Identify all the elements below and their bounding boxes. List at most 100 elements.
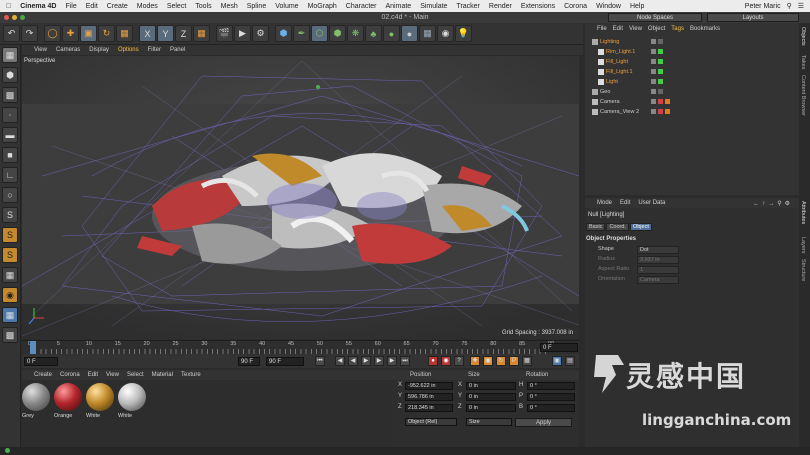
key-param-icon[interactable]: P [509,356,519,366]
grid-floor-icon[interactable]: ▦ [419,25,436,42]
object-menu-tags[interactable]: Tags [671,26,684,32]
object-menu-view[interactable]: View [629,26,642,32]
search-icon[interactable]: ⚲ [787,2,792,10]
material-menu-material[interactable]: Material [152,372,173,378]
menu-volume[interactable]: Volume [275,3,298,10]
texture-mode-icon[interactable]: ▩ [2,87,18,103]
menu-modes[interactable]: Modes [137,3,158,10]
move-icon[interactable]: ✚ [62,25,79,42]
attributes-menu-edit[interactable]: Edit [620,200,630,206]
camera-icon[interactable]: ● [401,25,418,42]
object-row-light[interactable]: Light [585,77,799,87]
visibility-icon[interactable] [651,39,656,44]
zoom-window-button[interactable] [20,15,25,20]
position-x-field[interactable]: -952.622 in [405,382,453,390]
object-row-camera-view-2[interactable]: Camera_View 2 [585,107,799,117]
prev-key-icon[interactable]: ◀ [335,356,345,366]
attributes-nav-icons[interactable]: ←↑→⚲⚙ [753,200,793,207]
menu-corona[interactable]: Corona [564,3,587,10]
side-tab-layers[interactable]: Layers [800,237,806,254]
next-key-icon[interactable]: ▶ [387,356,397,366]
list-icon[interactable]: ☰ [798,2,804,10]
light-icon[interactable]: 💡 [455,25,472,42]
apply-button[interactable]: Apply [515,418,572,427]
rotation-p-field[interactable]: 0 ° [527,393,575,401]
object-menu-edit[interactable]: Edit [613,26,623,32]
visibility-icon[interactable] [651,99,656,104]
key-rotation-icon[interactable]: ↻ [496,356,506,366]
app-name-menu[interactable]: Cinema 4D [20,3,56,10]
minimize-window-button[interactable] [12,15,17,20]
points-mode-icon[interactable]: ⋅ [2,107,18,123]
cloner-icon[interactable]: ❋ [347,25,364,42]
y-axis-icon[interactable]: Y [157,25,174,42]
x-axis-icon[interactable]: X [139,25,156,42]
viewport-menu-panel[interactable]: Panel [170,47,185,53]
menu-create[interactable]: Create [107,3,128,10]
size-mode-dropdown[interactable]: Size [466,418,512,426]
solo-mode-icon[interactable]: ◉ [2,287,18,303]
position-y-field[interactable]: 596.786 in [405,393,453,401]
menu-animate[interactable]: Animate [386,3,412,10]
extrude-icon[interactable]: ⬢ [329,25,346,42]
menu-simulate[interactable]: Simulate [420,3,447,10]
object-menu-bookmarks[interactable]: Bookmarks [690,26,720,32]
menu-mesh[interactable]: Mesh [221,3,238,10]
timeline-window-icon[interactable]: ▤ [565,356,575,366]
coord-mode-dropdown[interactable]: Object (Rel) [405,418,457,426]
rotate-icon[interactable]: ↻ [98,25,115,42]
viewport-menu-options[interactable]: Options [118,47,139,53]
node-spaces-dropdown[interactable]: Node Spaces [608,13,702,22]
play-icon[interactable]: ▶ [361,356,371,366]
subdivision-icon[interactable]: ⬡ [311,25,328,42]
autokey-icon[interactable]: ◉ [441,356,451,366]
visibility-icon[interactable] [651,79,656,84]
material-swatch[interactable]: White [118,383,146,421]
menu-help[interactable]: Help [630,3,644,10]
edges-mode-icon[interactable]: ▬ [2,127,18,143]
camera-object-icon[interactable]: ◉ [437,25,454,42]
visibility-icon[interactable] [651,49,656,54]
render-icon[interactable] [658,89,663,94]
next-frame-icon[interactable]: ▶ [374,356,384,366]
shape-dropdown[interactable]: Dot [637,246,679,254]
menu-select[interactable]: Select [167,3,186,10]
max-frame-field[interactable]: 90 F [266,357,304,366]
deformer-icon[interactable]: ♣ [365,25,382,42]
render-view-icon[interactable]: 🎬 [216,25,233,42]
visibility-icon[interactable] [651,109,656,114]
end-frame-field[interactable]: 90 F [238,357,260,366]
prev-frame-icon[interactable]: ◀ [348,356,358,366]
material-swatch[interactable]: Orange [54,383,82,421]
material-swatch[interactable]: Grey [22,383,50,421]
z-axis-icon[interactable]: Z [175,25,192,42]
attributes-menu-user-data[interactable]: User Data [638,200,665,206]
pen-icon[interactable]: ✒ [293,25,310,42]
menu-character[interactable]: Character [346,3,377,10]
menu-tools[interactable]: Tools [195,3,211,10]
visibility-icon[interactable] [651,89,656,94]
object-row-rim-light[interactable]: Rim_Light.1 [585,47,799,57]
attributes-menu-mode[interactable]: Mode [597,200,612,206]
perspective-viewport[interactable]: Perspective Grid Spacing : 3937.008 in [22,56,579,339]
aspect-ratio-field[interactable]: 1 [637,266,679,274]
recent-tools-icon[interactable]: ▦ [116,25,133,42]
menu-tracker[interactable]: Tracker [456,3,479,10]
material-menu-view[interactable]: View [106,372,119,378]
object-menu-file[interactable]: File [597,26,607,32]
material-menu-create[interactable]: Create [34,372,52,378]
undo-icon[interactable]: ↶ [3,25,20,42]
start-frame-field[interactable]: 0 F [24,357,58,366]
cube-icon[interactable]: ⬢ [275,25,292,42]
coord-system-icon[interactable]: ▦ [193,25,210,42]
keyframe-selection-icon[interactable]: ? [454,356,464,366]
render-picture-viewer-icon[interactable]: ▶ [234,25,251,42]
orientation-dropdown[interactable]: Camera [637,276,679,284]
scheme-icon[interactable]: ▣ [552,356,562,366]
user-name[interactable]: Peter Maric [745,3,781,10]
object-row-geo[interactable]: Geo [585,87,799,97]
tab-basic[interactable]: Basic [586,223,606,231]
record-keys-icon[interactable]: ● [428,356,438,366]
menu-render[interactable]: Render [489,3,512,10]
visibility-icon[interactable] [651,69,656,74]
